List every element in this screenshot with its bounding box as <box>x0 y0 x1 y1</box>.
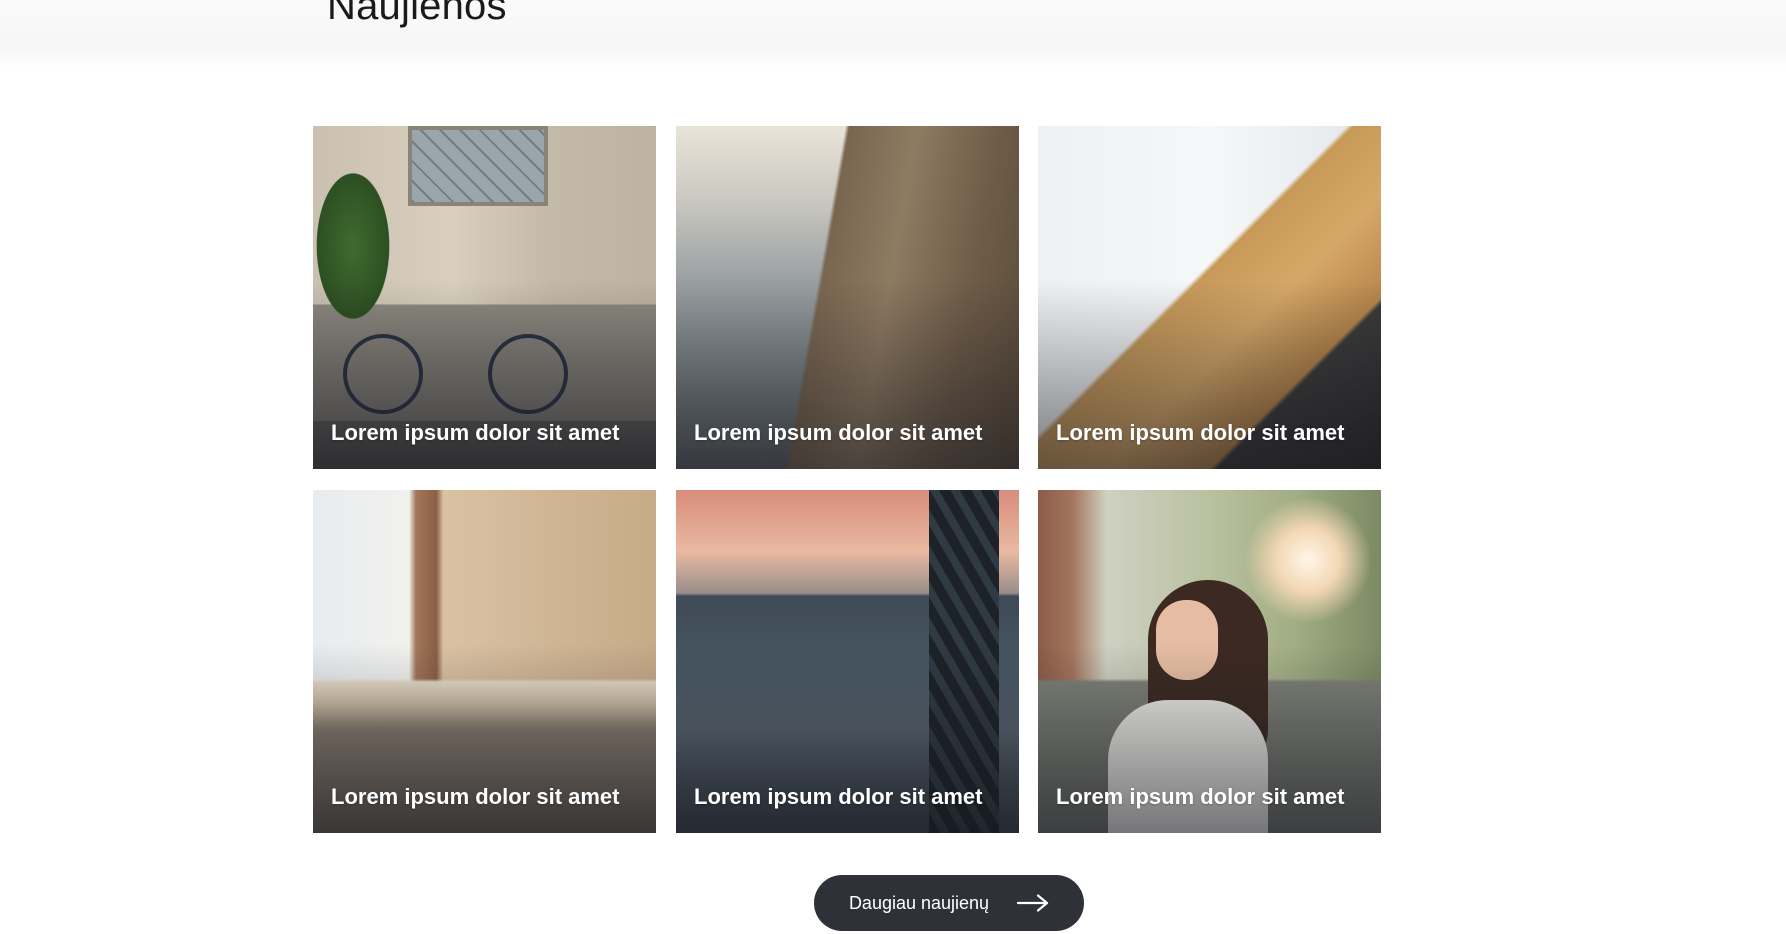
news-card-title: Lorem ipsum dolor sit amet <box>1056 784 1345 809</box>
news-card[interactable]: Lorem ipsum dolor sit amet <box>1038 490 1381 833</box>
news-card[interactable]: Lorem ipsum dolor sit amet <box>676 490 1019 833</box>
news-card[interactable]: Lorem ipsum dolor sit amet <box>1038 126 1381 469</box>
news-card-title: Lorem ipsum dolor sit amet <box>331 420 620 445</box>
news-card[interactable]: Lorem ipsum dolor sit amet <box>313 490 656 833</box>
news-card-title: Lorem ipsum dolor sit amet <box>694 784 983 809</box>
news-card-title: Lorem ipsum dolor sit amet <box>331 784 620 809</box>
more-news-button[interactable]: Daugiau naujienų <box>814 875 1084 931</box>
news-card[interactable]: Lorem ipsum dolor sit amet <box>676 126 1019 469</box>
news-card[interactable]: Lorem ipsum dolor sit amet <box>313 126 656 469</box>
page-title: Naujienos <box>327 0 507 28</box>
news-card-title: Lorem ipsum dolor sit amet <box>694 420 983 445</box>
news-card-title: Lorem ipsum dolor sit amet <box>1056 420 1345 445</box>
header-band <box>0 0 1786 68</box>
more-news-label: Daugiau naujienų <box>848 892 990 913</box>
arrow-right-icon <box>1017 894 1049 912</box>
